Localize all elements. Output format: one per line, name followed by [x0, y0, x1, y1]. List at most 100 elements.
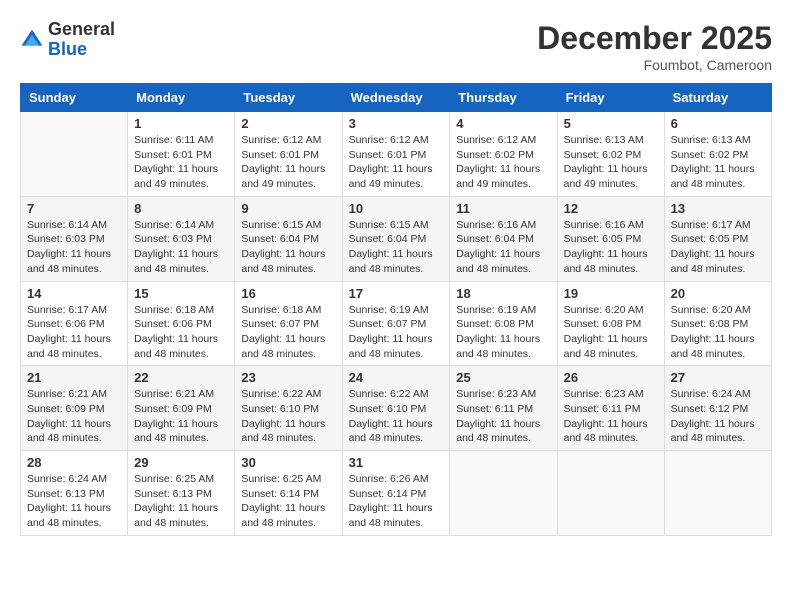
calendar-header-row: SundayMondayTuesdayWednesdayThursdayFrid… — [21, 84, 772, 112]
table-row: 31Sunrise: 6:26 AMSunset: 6:14 PMDayligh… — [342, 451, 450, 536]
day-info: Sunrise: 6:14 AMSunset: 6:03 PMDaylight:… — [134, 218, 228, 277]
column-header-friday: Friday — [557, 84, 664, 112]
day-info: Sunrise: 6:12 AMSunset: 6:02 PMDaylight:… — [456, 133, 550, 192]
location: Foumbot, Cameroon — [537, 57, 772, 73]
day-info: Sunrise: 6:20 AMSunset: 6:08 PMDaylight:… — [671, 303, 765, 362]
table-row — [21, 112, 128, 197]
day-number: 4 — [456, 116, 550, 131]
day-number: 15 — [134, 286, 228, 301]
day-info: Sunrise: 6:24 AMSunset: 6:13 PMDaylight:… — [27, 472, 121, 531]
day-number: 6 — [671, 116, 765, 131]
table-row: 6 Sunrise: 6:13 AMSunset: 6:02 PMDaylight… — [664, 112, 771, 197]
day-info: Sunrise: 6:13 AMSunset: 6:02 PMDaylight:… — [564, 133, 658, 192]
title-block: December 2025 Foumbot, Cameroon — [537, 20, 772, 73]
column-header-tuesday: Tuesday — [235, 84, 342, 112]
table-row: 21 Sunrise: 6:21 AMSunset: 6:09 PMDayligh… — [21, 366, 128, 451]
day-info: Sunrise: 6:23 AMSunset: 6:11 PMDaylight:… — [564, 387, 658, 446]
day-number: 2 — [241, 116, 335, 131]
day-info: Sunrise: 6:16 AMSunset: 6:05 PMDaylight:… — [564, 218, 658, 277]
calendar-table: SundayMondayTuesdayWednesdayThursdayFrid… — [20, 83, 772, 536]
day-info: Sunrise: 6:12 AMSunset: 6:01 PMDaylight:… — [241, 133, 335, 192]
day-number: 25 — [456, 370, 550, 385]
table-row: 30 Sunrise: 6:25 AMSunset: 6:14 PMDayligh… — [235, 451, 342, 536]
table-row — [664, 451, 771, 536]
table-row: 12 Sunrise: 6:16 AMSunset: 6:05 PMDayligh… — [557, 196, 664, 281]
logo-text: General Blue — [48, 20, 115, 60]
table-row: 18Sunrise: 6:19 AMSunset: 6:08 PMDayligh… — [450, 281, 557, 366]
day-info: Sunrise: 6:16 AMSunset: 6:04 PMDaylight:… — [456, 218, 550, 277]
table-row: 1 Sunrise: 6:11 AMSunset: 6:01 PMDaylight… — [128, 112, 235, 197]
day-info: Sunrise: 6:17 AMSunset: 6:05 PMDaylight:… — [671, 218, 765, 277]
table-row: 13 Sunrise: 6:17 AMSunset: 6:05 PMDayligh… — [664, 196, 771, 281]
day-number: 30 — [241, 455, 335, 470]
day-number: 18 — [456, 286, 550, 301]
month-title: December 2025 — [537, 20, 772, 57]
column-header-thursday: Thursday — [450, 84, 557, 112]
table-row: 9Sunrise: 6:15 AMSunset: 6:04 PMDaylight… — [235, 196, 342, 281]
day-info: Sunrise: 6:13 AMSunset: 6:02 PMDaylight:… — [671, 133, 765, 192]
table-row: 29 Sunrise: 6:25 AMSunset: 6:13 PMDayligh… — [128, 451, 235, 536]
calendar-week-row: 1 Sunrise: 6:11 AMSunset: 6:01 PMDaylight… — [21, 112, 772, 197]
calendar-week-row: 21 Sunrise: 6:21 AMSunset: 6:09 PMDayligh… — [21, 366, 772, 451]
day-number: 7 — [27, 201, 121, 216]
day-info: Sunrise: 6:22 AMSunset: 6:10 PMDaylight:… — [349, 387, 444, 446]
day-info: Sunrise: 6:22 AMSunset: 6:10 PMDaylight:… — [241, 387, 335, 446]
logo: General Blue — [20, 20, 115, 60]
day-number: 29 — [134, 455, 228, 470]
table-row: 16Sunrise: 6:18 AMSunset: 6:07 PMDayligh… — [235, 281, 342, 366]
calendar-week-row: 7 Sunrise: 6:14 AMSunset: 6:03 PMDaylight… — [21, 196, 772, 281]
day-info: Sunrise: 6:12 AMSunset: 6:01 PMDaylight:… — [349, 133, 444, 192]
day-number: 10 — [349, 201, 444, 216]
table-row: 28 Sunrise: 6:24 AMSunset: 6:13 PMDayligh… — [21, 451, 128, 536]
day-number: 22 — [134, 370, 228, 385]
day-number: 27 — [671, 370, 765, 385]
day-info: Sunrise: 6:15 AMSunset: 6:04 PMDaylight:… — [241, 218, 335, 277]
day-info: Sunrise: 6:19 AMSunset: 6:07 PMDaylight:… — [349, 303, 444, 362]
day-number: 8 — [134, 201, 228, 216]
table-row: 4 Sunrise: 6:12 AMSunset: 6:02 PMDaylight… — [450, 112, 557, 197]
day-number: 11 — [456, 201, 550, 216]
day-info: Sunrise: 6:25 AMSunset: 6:13 PMDaylight:… — [134, 472, 228, 531]
day-number: 28 — [27, 455, 121, 470]
calendar-week-row: 28 Sunrise: 6:24 AMSunset: 6:13 PMDayligh… — [21, 451, 772, 536]
day-number: 26 — [564, 370, 658, 385]
day-info: Sunrise: 6:21 AMSunset: 6:09 PMDaylight:… — [27, 387, 121, 446]
day-info: Sunrise: 6:25 AMSunset: 6:14 PMDaylight:… — [241, 472, 335, 531]
day-number: 12 — [564, 201, 658, 216]
table-row: 5 Sunrise: 6:13 AMSunset: 6:02 PMDaylight… — [557, 112, 664, 197]
day-info: Sunrise: 6:26 AMSunset: 6:14 PMDaylight:… — [349, 472, 444, 531]
day-number: 21 — [27, 370, 121, 385]
column-header-monday: Monday — [128, 84, 235, 112]
calendar-week-row: 14Sunrise: 6:17 AMSunset: 6:06 PMDayligh… — [21, 281, 772, 366]
table-row: 15Sunrise: 6:18 AMSunset: 6:06 PMDayligh… — [128, 281, 235, 366]
day-info: Sunrise: 6:21 AMSunset: 6:09 PMDaylight:… — [134, 387, 228, 446]
table-row — [557, 451, 664, 536]
day-number: 20 — [671, 286, 765, 301]
day-number: 17 — [349, 286, 444, 301]
column-header-sunday: Sunday — [21, 84, 128, 112]
table-row: 24 Sunrise: 6:22 AMSunset: 6:10 PMDayligh… — [342, 366, 450, 451]
day-info: Sunrise: 6:24 AMSunset: 6:12 PMDaylight:… — [671, 387, 765, 446]
day-number: 13 — [671, 201, 765, 216]
table-row: 26 Sunrise: 6:23 AMSunset: 6:11 PMDayligh… — [557, 366, 664, 451]
table-row: 20 Sunrise: 6:20 AMSunset: 6:08 PMDayligh… — [664, 281, 771, 366]
day-number: 24 — [349, 370, 444, 385]
day-info: Sunrise: 6:17 AMSunset: 6:06 PMDaylight:… — [27, 303, 121, 362]
page-header: General Blue December 2025 Foumbot, Came… — [20, 20, 772, 73]
day-info: Sunrise: 6:11 AMSunset: 6:01 PMDaylight:… — [134, 133, 228, 192]
day-number: 16 — [241, 286, 335, 301]
day-number: 23 — [241, 370, 335, 385]
day-number: 5 — [564, 116, 658, 131]
column-header-saturday: Saturday — [664, 84, 771, 112]
day-number: 19 — [564, 286, 658, 301]
table-row: 3Sunrise: 6:12 AMSunset: 6:01 PMDaylight… — [342, 112, 450, 197]
day-info: Sunrise: 6:20 AMSunset: 6:08 PMDaylight:… — [564, 303, 658, 362]
logo-blue: Blue — [48, 40, 115, 60]
table-row: 7Sunrise: 6:14 AMSunset: 6:03 PMDaylight… — [21, 196, 128, 281]
table-row: 10Sunrise: 6:15 AMSunset: 6:04 PMDayligh… — [342, 196, 450, 281]
day-number: 1 — [134, 116, 228, 131]
table-row: 19 Sunrise: 6:20 AMSunset: 6:08 PMDayligh… — [557, 281, 664, 366]
table-row: 14Sunrise: 6:17 AMSunset: 6:06 PMDayligh… — [21, 281, 128, 366]
table-row: 23 Sunrise: 6:22 AMSunset: 6:10 PMDayligh… — [235, 366, 342, 451]
logo-icon — [20, 28, 44, 52]
